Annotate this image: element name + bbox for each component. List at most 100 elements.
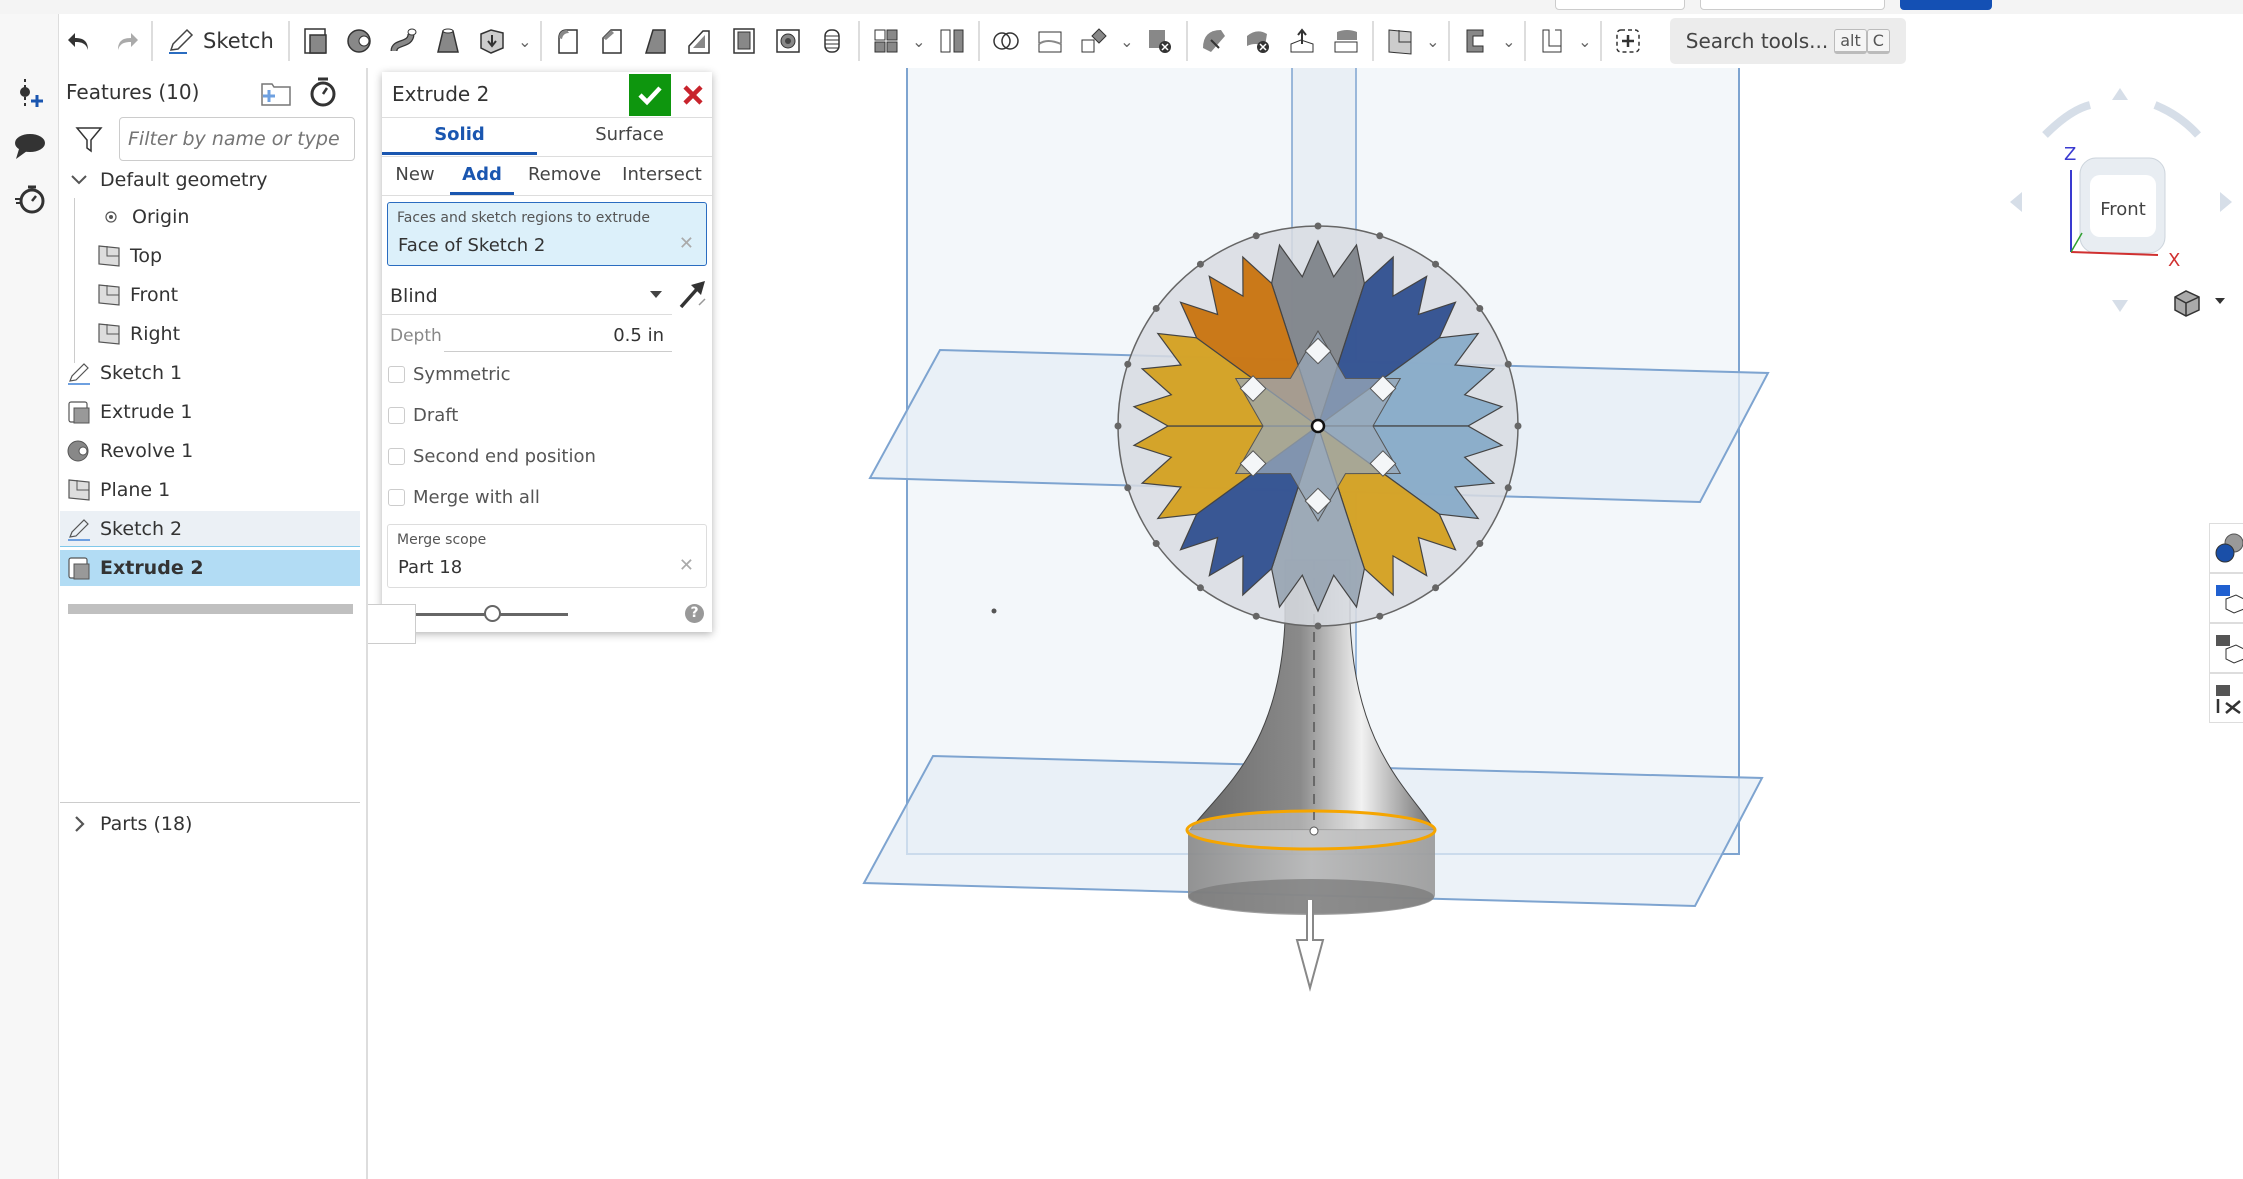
rotate-left-icon[interactable] [2010, 192, 2022, 212]
rotate-cw-icon[interactable] [2153, 101, 2201, 138]
symmetric-checkbox[interactable]: Symmetric [388, 358, 511, 390]
feature-item-top[interactable]: Top [96, 238, 396, 274]
undo-button[interactable] [59, 19, 103, 63]
feature-item-plane-1[interactable]: Plane 1 [66, 472, 366, 508]
clear-icon[interactable]: ✕ [679, 555, 694, 576]
split-tool[interactable] [1028, 19, 1072, 63]
chevron-down-icon[interactable]: ⌄ [908, 19, 930, 63]
filter-input[interactable] [119, 117, 355, 161]
performance-button[interactable] [10, 179, 50, 219]
appearance-panel-button[interactable] [2209, 523, 2243, 573]
op-add[interactable]: Add [450, 164, 514, 185]
parts-group[interactable]: Parts (18) [66, 804, 366, 844]
checkbox[interactable] [388, 447, 405, 465]
end-type-select[interactable]: Blind [382, 277, 672, 315]
feature-item-front[interactable]: Front [96, 277, 396, 313]
sheet-metal-tool[interactable] [1454, 19, 1498, 63]
insert-mate-connector-button[interactable] [10, 74, 50, 114]
rotate-down-icon[interactable] [2112, 300, 2128, 312]
thicken-tool[interactable] [470, 19, 514, 63]
modify-fillet-tool[interactable] [1192, 19, 1236, 63]
depth-input[interactable]: 0.5 in [444, 320, 672, 352]
loft-tool[interactable] [426, 19, 470, 63]
pattern-icon [874, 29, 898, 53]
rotate-ccw-icon[interactable] [2042, 101, 2092, 138]
top-button[interactable] [1700, 0, 1885, 10]
filter-button[interactable] [74, 124, 104, 154]
tab-surface[interactable]: Surface [547, 124, 712, 145]
faces-query-field[interactable]: Faces and sketch regions to extrude Face… [387, 202, 707, 266]
draft-tool[interactable] [634, 19, 678, 63]
fillet-tool[interactable] [546, 19, 590, 63]
chevron-down-icon[interactable]: ⌄ [514, 19, 536, 63]
checkbox[interactable] [388, 488, 405, 506]
shell-tool[interactable] [722, 19, 766, 63]
extrude-tool[interactable] [294, 19, 338, 63]
frame-tool[interactable] [1530, 19, 1574, 63]
op-remove[interactable]: Remove [522, 164, 607, 185]
thread-tool[interactable] [810, 19, 854, 63]
add-folder-button[interactable] [260, 78, 292, 108]
transform-tool[interactable] [1072, 19, 1116, 63]
op-intersect[interactable]: Intersect [617, 164, 707, 185]
rotate-right-icon[interactable] [2220, 192, 2232, 212]
rotate-up-icon[interactable] [2112, 88, 2128, 100]
move-face-icon [1290, 28, 1314, 53]
ok-button[interactable] [629, 74, 671, 116]
view-mode-button[interactable] [2174, 290, 2225, 317]
checkbox[interactable] [388, 406, 405, 424]
configurations-panel-button[interactable] [2209, 623, 2243, 673]
delete-face-tool[interactable] [1236, 19, 1280, 63]
feature-item-extrude-2[interactable]: Extrude 2 [60, 550, 360, 586]
slider-thumb[interactable] [484, 605, 502, 622]
revolve-tool[interactable] [338, 19, 382, 63]
second-end-checkbox[interactable]: Second end position [388, 440, 596, 472]
chevron-down-icon[interactable]: ⌄ [1422, 19, 1444, 63]
default-geometry-group[interactable]: Default geometry [66, 162, 366, 198]
add-custom-feature-button[interactable] [1606, 19, 1650, 63]
view-cube[interactable]: Front Z X [2000, 80, 2243, 330]
replace-face-tool[interactable] [1324, 19, 1368, 63]
op-new[interactable]: New [386, 164, 444, 185]
plane-icon [96, 282, 122, 308]
move-face-tool[interactable] [1280, 19, 1324, 63]
hole-tool[interactable] [766, 19, 810, 63]
feature-item-origin[interactable]: Origin [98, 199, 398, 235]
draft-checkbox[interactable]: Draft [388, 399, 458, 431]
search-tools-button[interactable]: Search tools... alt C [1669, 18, 1906, 64]
checkbox[interactable] [388, 365, 405, 383]
feature-item-sketch-2[interactable]: Sketch 2 [60, 511, 360, 547]
comments-button[interactable] [10, 126, 50, 166]
rib-tool[interactable] [678, 19, 722, 63]
mirror-tool[interactable] [930, 19, 974, 63]
merge-with-all-checkbox[interactable]: Merge with all [388, 481, 540, 513]
feature-item-revolve-1[interactable]: Revolve 1 [66, 433, 366, 469]
pattern-tool[interactable] [864, 19, 908, 63]
plane-tool[interactable] [1378, 19, 1422, 63]
rollback-timer-button[interactable] [308, 76, 338, 108]
bom-panel-button[interactable] [2209, 573, 2243, 623]
feature-item-sketch-1[interactable]: Sketch 1 [66, 355, 366, 391]
share-button[interactable] [1900, 0, 1992, 10]
variables-panel-button[interactable] [2209, 673, 2243, 723]
merge-scope-field[interactable]: Merge scope Part 18 ✕ [387, 524, 707, 588]
chevron-down-icon[interactable]: ⌄ [1116, 19, 1138, 63]
chevron-down-icon[interactable]: ⌄ [1574, 19, 1596, 63]
sweep-tool[interactable] [382, 19, 426, 63]
redo-button[interactable] [103, 19, 147, 63]
feature-item-right[interactable]: Right [96, 316, 396, 352]
delete-part-tool[interactable] [1138, 19, 1182, 63]
horizontal-scrollbar[interactable] [68, 604, 353, 614]
panel-collapse-tab[interactable] [368, 604, 416, 644]
chamfer-tool[interactable] [590, 19, 634, 63]
clear-icon[interactable]: ✕ [679, 233, 694, 254]
flip-direction-button[interactable] [677, 277, 709, 313]
feature-item-extrude-1[interactable]: Extrude 1 [66, 394, 366, 430]
cancel-button[interactable] [676, 74, 710, 116]
tab-solid[interactable]: Solid [382, 124, 537, 145]
top-button[interactable] [1555, 0, 1685, 10]
chevron-down-icon[interactable]: ⌄ [1498, 19, 1520, 63]
help-icon[interactable]: ? [685, 604, 704, 623]
boolean-tool[interactable] [984, 19, 1028, 63]
sketch-button[interactable]: Sketch [157, 19, 284, 63]
